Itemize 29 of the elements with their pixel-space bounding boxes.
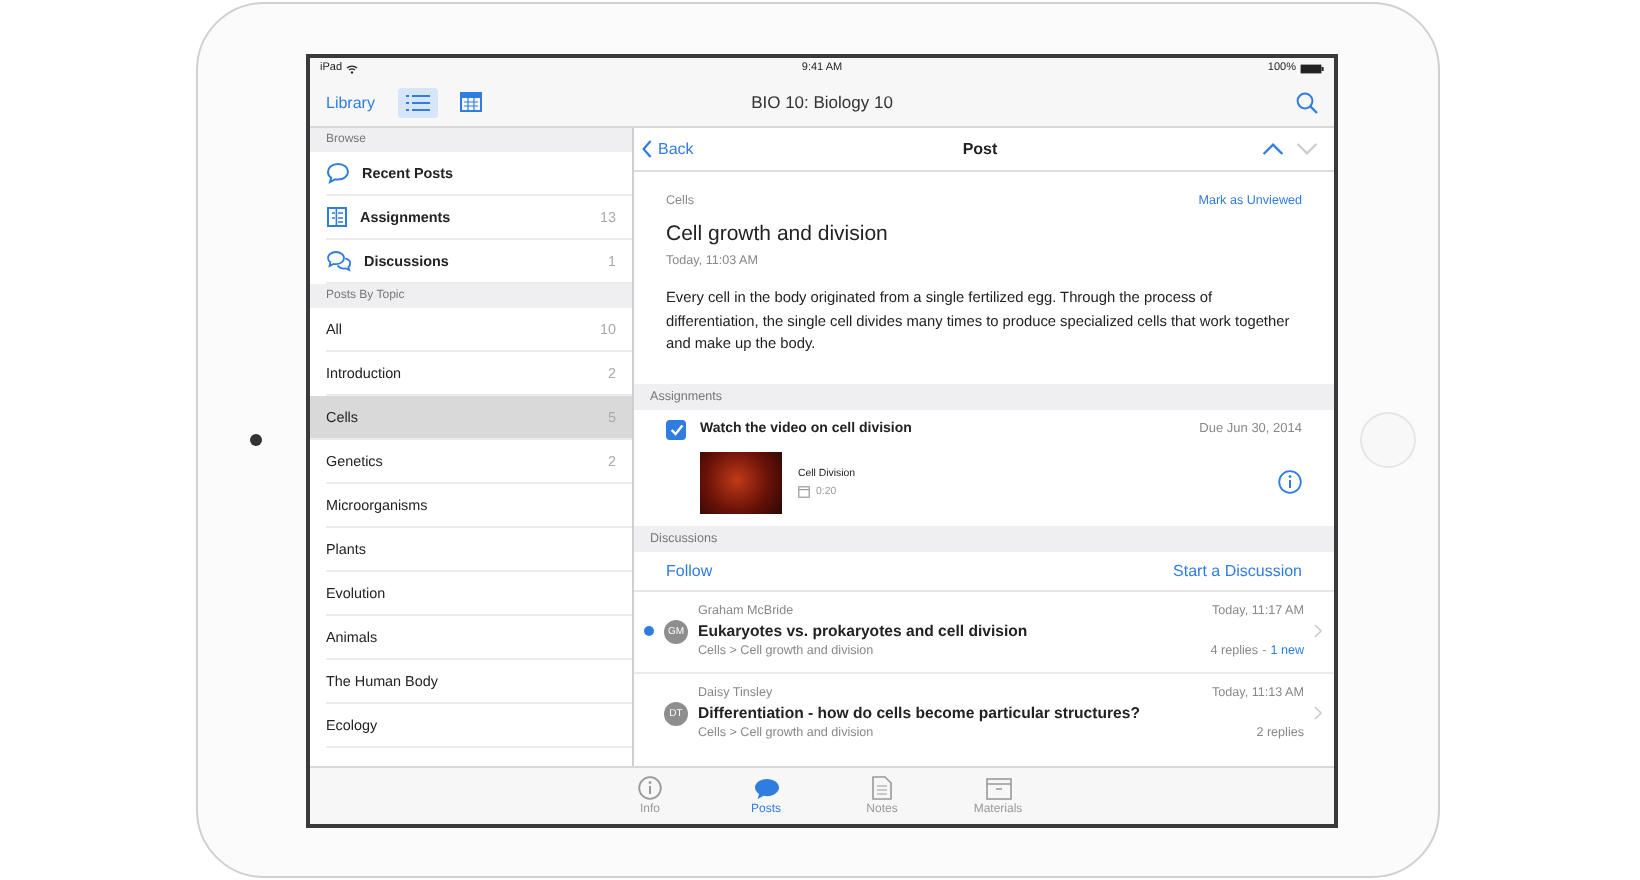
- video-thumbnail[interactable]: [700, 451, 782, 513]
- checkmark-icon: [669, 423, 683, 435]
- info-icon: [638, 776, 662, 800]
- search-icon[interactable]: [1296, 91, 1319, 113]
- chevron-right-icon: [1314, 624, 1322, 638]
- battery-icon: [1300, 63, 1324, 73]
- library-link[interactable]: Library: [326, 93, 375, 111]
- info-icon[interactable]: [1278, 470, 1302, 494]
- camera-lens: [249, 434, 261, 446]
- tray-icon: [985, 777, 1011, 799]
- document-icon: [872, 776, 892, 800]
- checklist-icon: [326, 206, 348, 228]
- speech-bubbles-icon: [326, 250, 352, 272]
- post-title: Post: [962, 140, 998, 158]
- post-heading: Cell growth and division: [666, 222, 890, 246]
- calendar-icon: [459, 92, 482, 112]
- start-discussion-button[interactable]: Start a Discussion: [1173, 561, 1302, 579]
- speech-bubble-icon: [326, 162, 350, 184]
- wifi-icon: [346, 63, 359, 73]
- follow-button[interactable]: Follow: [666, 561, 713, 579]
- chevron-right-icon: [1314, 706, 1322, 720]
- checkbox[interactable]: [666, 419, 686, 439]
- chevron-left-icon: [642, 140, 652, 158]
- back-button[interactable]: Back: [642, 140, 694, 158]
- course-title: BIO 10: Biology 10: [751, 92, 893, 112]
- speech-bubble-icon: [753, 777, 779, 799]
- chevron-up-icon[interactable]: [1262, 142, 1284, 156]
- list-icon: [406, 93, 431, 111]
- view-toggle[interactable]: [398, 87, 439, 117]
